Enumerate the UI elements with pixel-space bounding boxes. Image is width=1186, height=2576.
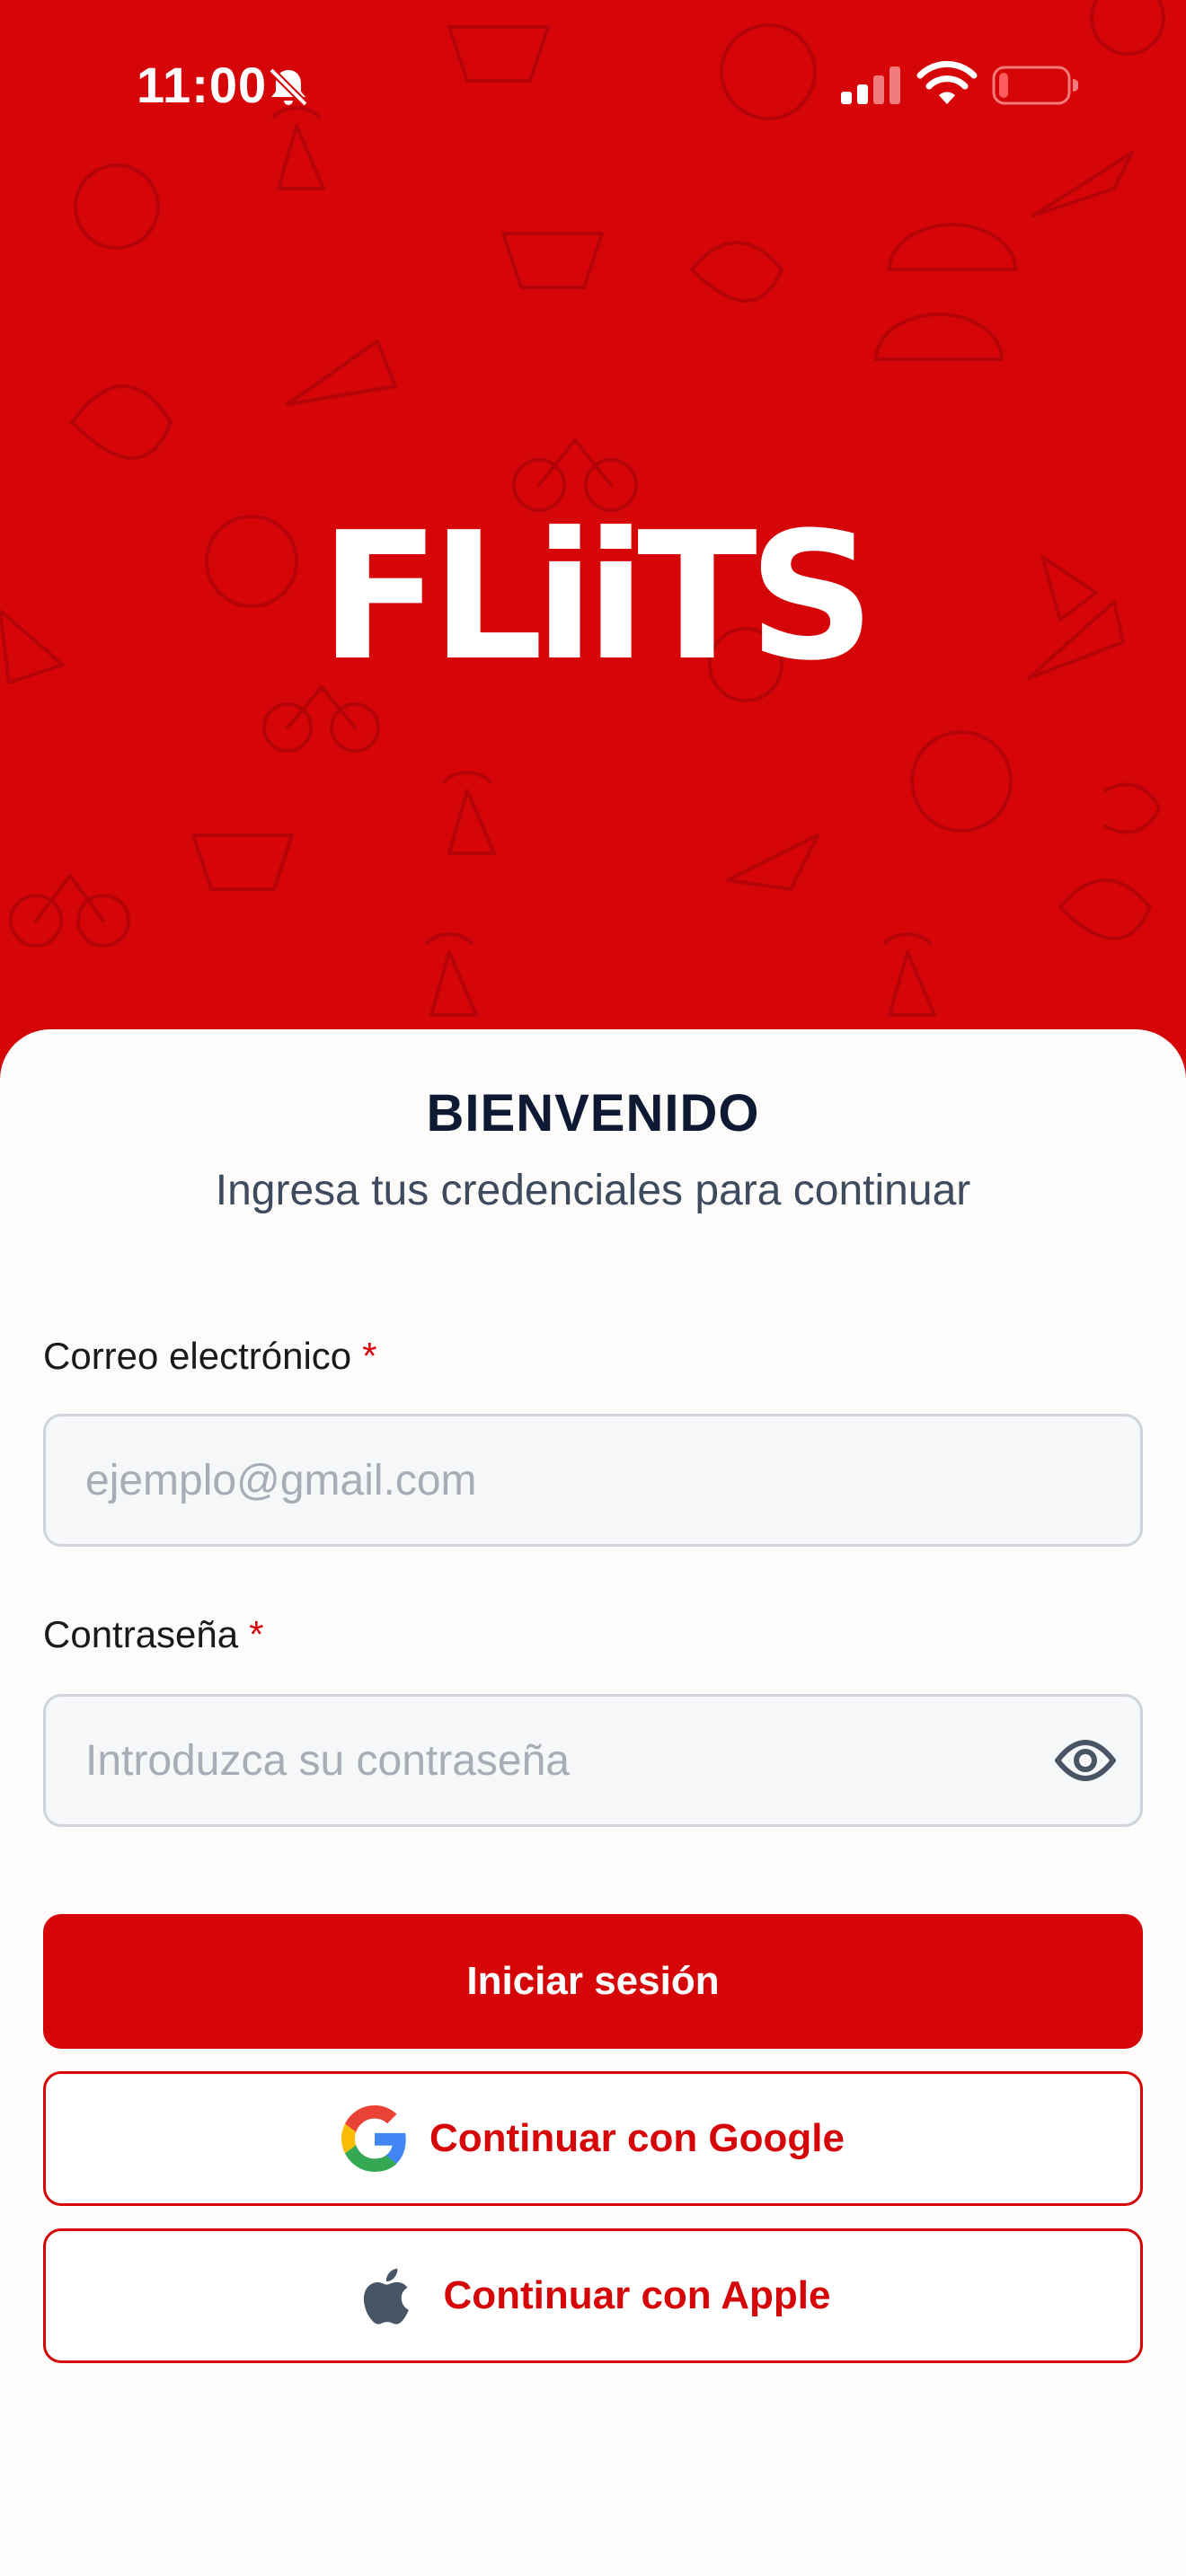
password-field[interactable]	[85, 1697, 984, 1824]
password-label: Contraseña *	[43, 1613, 264, 1656]
email-label: Correo electrónico *	[43, 1335, 377, 1378]
sign-in-button[interactable]: Iniciar sesión	[43, 1914, 1143, 2049]
password-field-container	[43, 1694, 1143, 1827]
battery-icon	[992, 66, 1078, 105]
status-bar: 11:00	[0, 0, 1186, 180]
login-screen: 11:00 FLiiTS BIENVENIDO Ingresa tus cred…	[0, 0, 1186, 2576]
apple-icon	[364, 2268, 410, 2325]
google-icon	[341, 2105, 406, 2172]
page-title: BIENVENIDO	[426, 1084, 760, 1142]
password-label-text: Contraseña	[43, 1613, 239, 1655]
google-sign-in-label: Continuar con Google	[429, 2116, 845, 2160]
required-mark: *	[362, 1335, 377, 1377]
apple-sign-in-button[interactable]: Continuar con Apple	[43, 2228, 1143, 2363]
login-sheet: BIENVENIDO Ingresa tus credenciales para…	[0, 1029, 1186, 2576]
page-subtitle: Ingresa tus credenciales para continuar	[215, 1167, 971, 1214]
email-field-container	[43, 1414, 1143, 1547]
email-field[interactable]	[85, 1416, 984, 1544]
app-logo: FLiiTS	[319, 495, 875, 700]
google-sign-in-button[interactable]: Continuar con Google	[43, 2071, 1143, 2206]
eye-icon[interactable]	[1054, 1736, 1117, 1785]
wifi-icon	[916, 61, 978, 104]
cellular-signal-icon	[841, 66, 900, 104]
sign-in-label: Iniciar sesión	[466, 1959, 720, 2003]
required-mark: *	[249, 1613, 264, 1655]
apple-sign-in-label: Continuar con Apple	[443, 2273, 831, 2317]
bell-slash-icon	[269, 67, 308, 107]
email-label-text: Correo electrónico	[43, 1335, 352, 1377]
status-time: 11:00	[137, 57, 268, 113]
